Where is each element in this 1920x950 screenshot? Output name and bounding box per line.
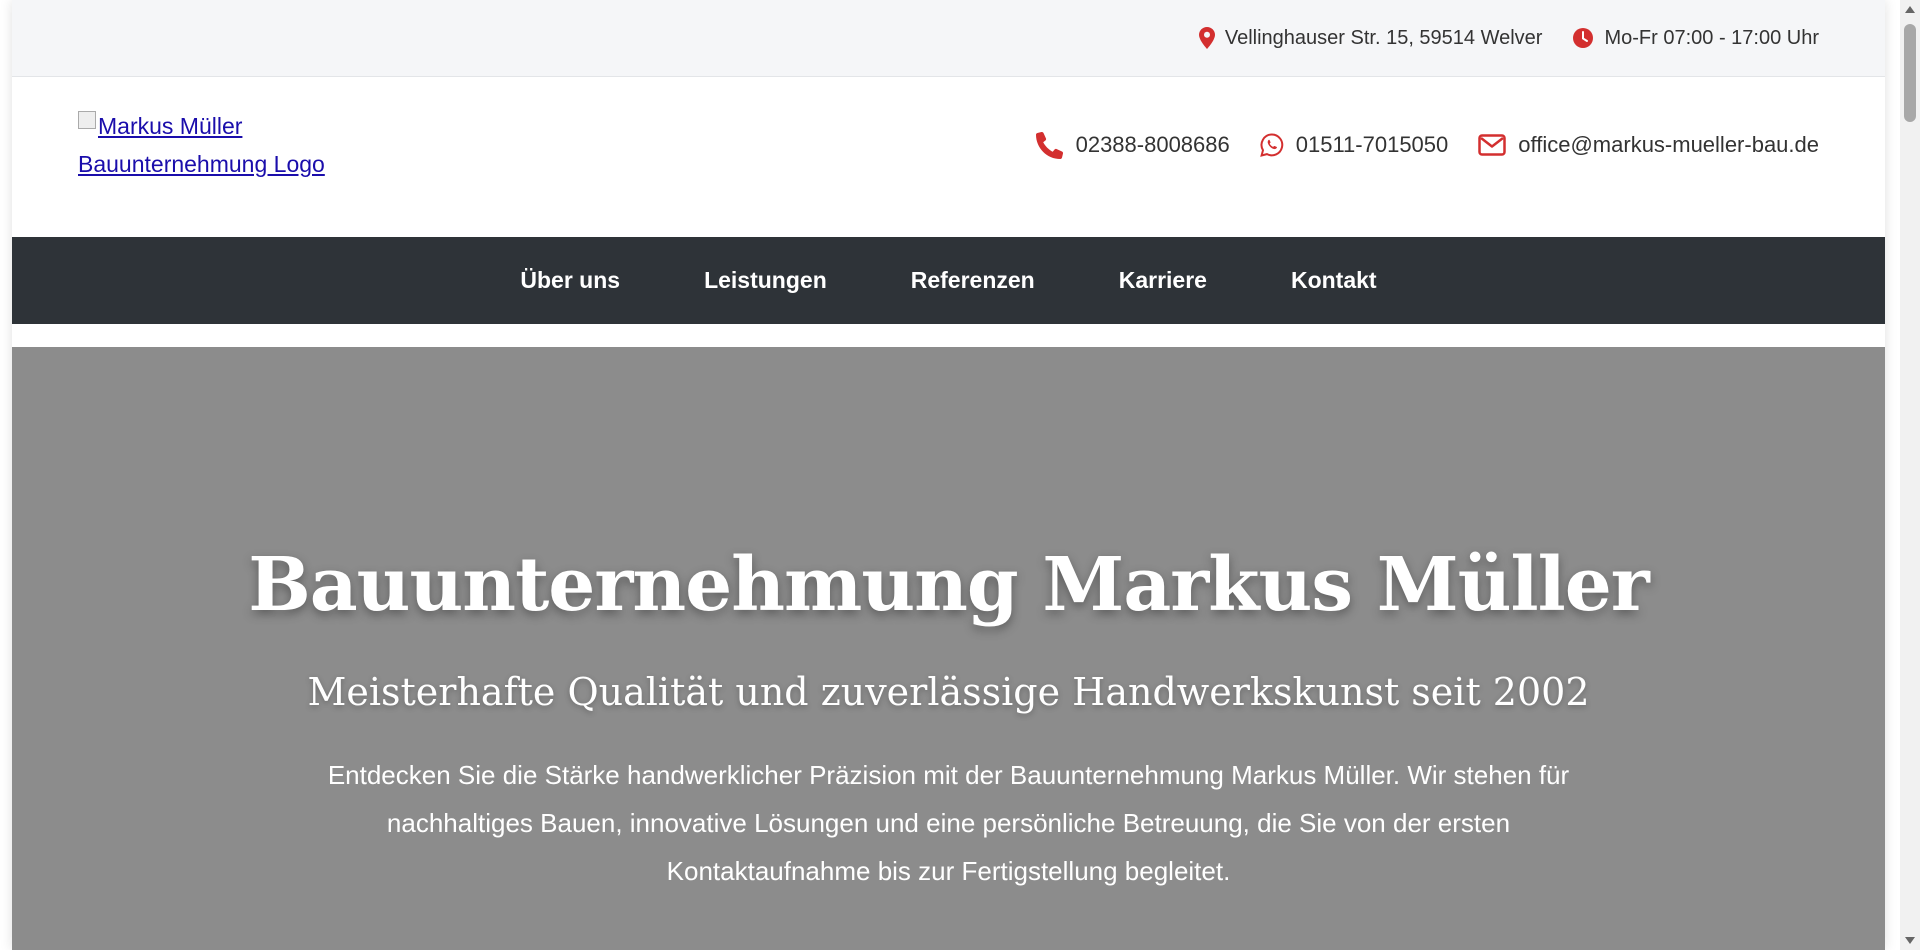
scroll-down-arrow-icon[interactable] xyxy=(1905,937,1915,944)
map-pin-icon xyxy=(1198,27,1215,49)
email-text: office@markus-mueller-bau.de xyxy=(1518,132,1819,157)
site-header: Markus Müller Bauunternehmung Logo 02388… xyxy=(12,77,1885,237)
whatsapp-link[interactable]: 01511-7015050 xyxy=(1259,132,1449,158)
address-text: Vellinghauser Str. 15, 59514 Welver xyxy=(1224,26,1543,49)
page: Vellinghauser Str. 15, 59514 Welver Mo-F… xyxy=(12,0,1885,950)
phone-icon xyxy=(1035,131,1064,159)
clock-icon xyxy=(1572,27,1594,49)
whatsapp-text: 01511-7015050 xyxy=(1295,132,1449,157)
hero-description: Entdecken Sie die Stärke handwerklicher … xyxy=(327,760,1570,886)
whatsapp-icon xyxy=(1259,133,1284,157)
nav-item-ueber-uns[interactable]: Über uns xyxy=(520,267,620,294)
broken-image-icon xyxy=(78,111,96,129)
logo-link[interactable]: Markus Müller Bauunternehmung Logo xyxy=(78,107,368,183)
vertical-scrollbar[interactable] xyxy=(1900,0,1920,950)
phone-link[interactable]: 02388-8008686 xyxy=(1035,131,1230,159)
scrollbar-thumb[interactable] xyxy=(1904,24,1916,122)
nav-item-referenzen[interactable]: Referenzen xyxy=(911,267,1035,294)
nav-item-leistungen[interactable]: Leistungen xyxy=(704,267,827,294)
nav-item-karriere[interactable]: Karriere xyxy=(1119,267,1207,294)
hero-subtitle: Meisterhafte Qualität und zuverlässige H… xyxy=(307,670,1590,714)
logo-alt-text: Markus Müller Bauunternehmung Logo xyxy=(78,113,325,177)
scroll-up-arrow-icon[interactable] xyxy=(1905,6,1915,13)
hero-section: Bauunternehmung Markus Müller Meisterhaf… xyxy=(12,347,1885,950)
main-navigation: Über uns Leistungen Referenzen Karriere … xyxy=(12,237,1885,324)
hours-info: Mo-Fr 07:00 - 17:00 Uhr xyxy=(1572,27,1819,50)
header-contacts: 02388-8008686 01511-7015050 office@marku… xyxy=(1035,131,1819,159)
hours-text: Mo-Fr 07:00 - 17:00 Uhr xyxy=(1604,26,1819,49)
email-link[interactable]: office@markus-mueller-bau.de xyxy=(1478,132,1819,158)
nav-item-kontakt[interactable]: Kontakt xyxy=(1291,267,1377,294)
top-info-bar: Vellinghauser Str. 15, 59514 Welver Mo-F… xyxy=(12,0,1885,77)
hero-title: Bauunternehmung Markus Müller xyxy=(248,542,1650,628)
envelope-icon xyxy=(1478,134,1507,156)
address-info: Vellinghauser Str. 15, 59514 Welver xyxy=(1198,26,1543,50)
phone-text: 02388-8008686 xyxy=(1075,132,1230,157)
